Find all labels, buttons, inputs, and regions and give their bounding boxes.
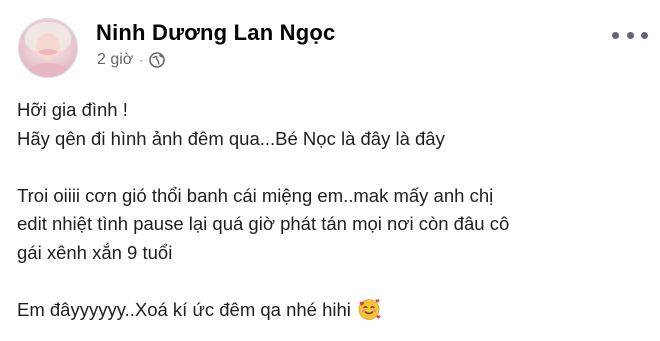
smiling-face-with-hearts-icon [357, 297, 381, 330]
post-text-line: Hãy qên đi hình ảnh đêm qua...Bé Nọc là … [17, 127, 445, 149]
more-dot-icon [626, 31, 634, 39]
post-text-line: edit nhiệt tình pause lại quá giờ phát t… [17, 213, 510, 234]
more-dot-icon [612, 31, 619, 39]
avatar[interactable] [18, 18, 78, 78]
post-text-line: Hỡi gia đình ! [17, 99, 128, 120]
author-name[interactable]: Ninh Dương Lan Ngọc [96, 20, 335, 46]
post-text-last: Em đâyyyyyy..Xoá kí ức đêm qa nhé hihi [17, 296, 637, 330]
more-dot-icon [641, 31, 648, 39]
post-text-line: Troi oiiii cơn gió thổi banh cái miệng e… [17, 184, 494, 206]
post-text-line: gái xênh xắn 9 tuổi [17, 241, 173, 263]
globe-icon[interactable] [149, 52, 166, 68]
avatar-shoulder [23, 63, 73, 77]
post-meta: 2 giờ · [97, 51, 166, 69]
more-options-button[interactable] [612, 26, 648, 44]
meta-separator: · [139, 53, 144, 67]
avatar-face [36, 33, 60, 61]
post-text-line: Em đâyyyyyy..Xoá kí ức đêm qa nhé hihi [17, 298, 351, 320]
post-timestamp[interactable]: 2 giờ [97, 51, 133, 69]
avatar-blush [39, 49, 57, 55]
post-body: Hỡi gia đình ! Hãy qên đi hình ảnh đêm q… [17, 96, 637, 329]
